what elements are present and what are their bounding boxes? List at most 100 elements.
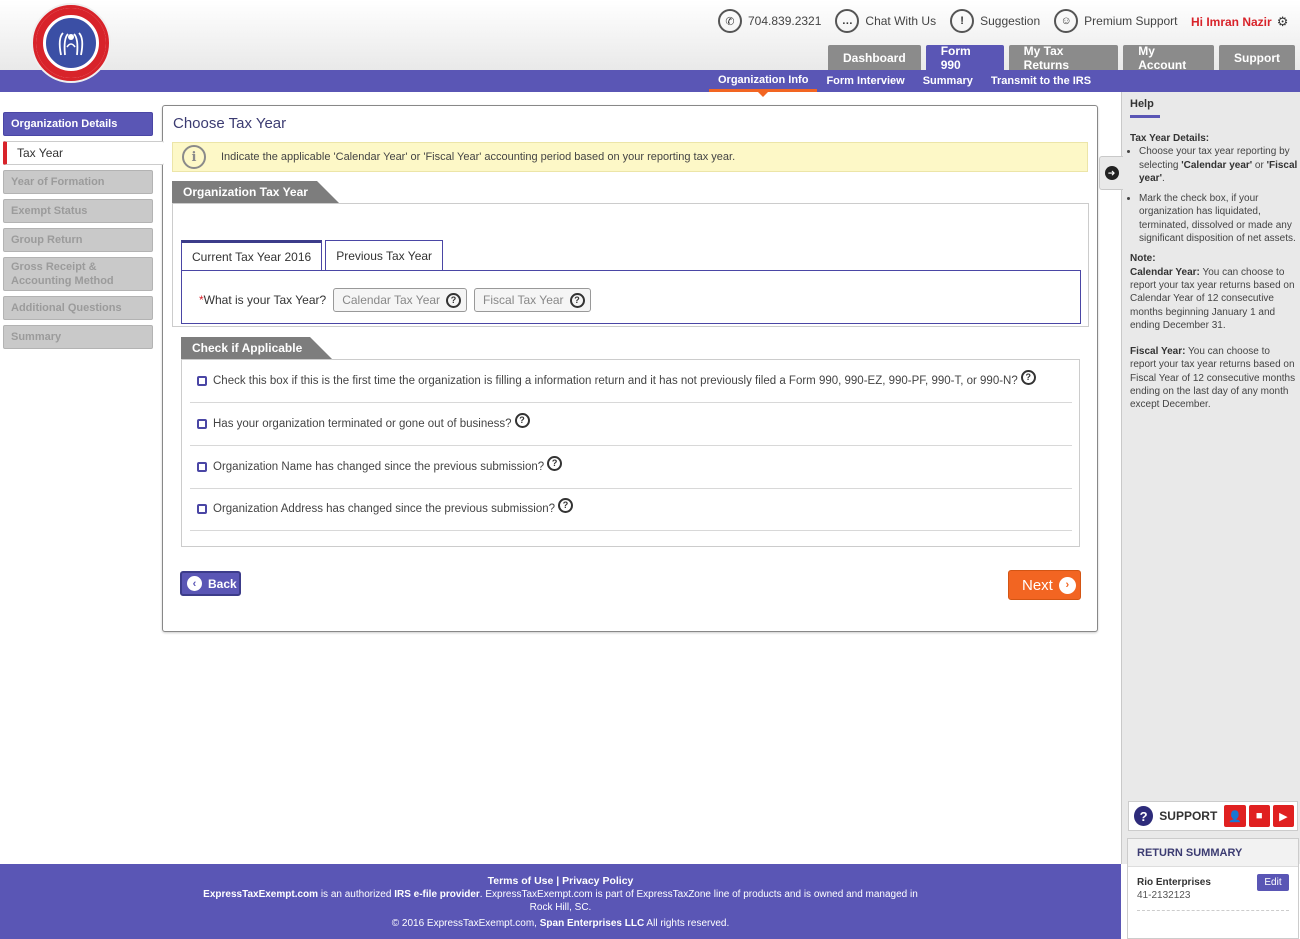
tab-my-account[interactable]: My Account [1123, 44, 1214, 72]
person-icon[interactable]: 👤 [1224, 805, 1246, 827]
fiscal-tax-year-label: Fiscal Tax Year [483, 293, 564, 307]
subnav-organization-info[interactable]: Organization Info [709, 70, 818, 97]
tax-year-question-label: What is your Tax Year? [203, 293, 327, 307]
suggestion-label: Suggestion [980, 14, 1041, 28]
premium-support-link[interactable]: ☺ Premium Support [1054, 9, 1178, 33]
help-bullet-1-end: . [1161, 172, 1165, 184]
sidebar-item-summary[interactable]: Summary [3, 325, 153, 349]
checkbox-name-changed[interactable] [197, 462, 207, 472]
footer-company: Span Enterprises LLC [539, 918, 645, 929]
chat-label: Chat With Us [865, 14, 937, 28]
sidebar-item-organization-details[interactable]: Organization Details [3, 112, 153, 136]
check-label-address-changed: Organization Address has changed since t… [213, 503, 556, 515]
section-header-check-if-applicable: Check if Applicable [181, 337, 332, 359]
sidebar-item-group-return[interactable]: Group Return [3, 228, 153, 252]
footer-text-a: is an authorized [318, 889, 395, 900]
sidebar-item-year-of-formation[interactable]: Year of Formation [3, 170, 153, 194]
footer-links: Terms of Use | Privacy Policy [0, 875, 1121, 888]
tab-form-990[interactable]: Form 990 [925, 44, 1004, 72]
tab-my-tax-returns[interactable]: My Tax Returns [1008, 44, 1119, 72]
footer-line-2: ExpressTaxExempt.com is an authorized IR… [0, 888, 1121, 901]
left-sidebar: Organization Details Tax Year Year of Fo… [3, 112, 164, 354]
page-title: Choose Tax Year [173, 115, 287, 132]
chat-icon: … [835, 9, 860, 33]
help-circle-icon[interactable]: ? [446, 292, 462, 308]
arrow-left-icon: ‹ [187, 576, 202, 591]
sidebar-item-exempt-status[interactable]: Exempt Status [3, 199, 153, 223]
phone-link[interactable]: ✆ 704.839.2321 [718, 9, 821, 33]
help-circle-icon[interactable]: ? [558, 497, 574, 513]
help-tax-year-details-label: Tax Year Details: [1130, 133, 1210, 144]
footer-copyright: © 2016 ExpressTaxExempt.com, Span Enterp… [0, 917, 1121, 930]
help-calendar-label: Calendar Year: [1130, 266, 1200, 278]
hands-icon [58, 32, 84, 56]
help-fiscal-note: Fiscal Year: You can choose to report yo… [1130, 345, 1298, 411]
fiscal-tax-year-button[interactable]: Fiscal Tax Year ? [474, 288, 591, 312]
edit-button[interactable]: Edit [1257, 874, 1289, 891]
help-title: Help [1130, 98, 1160, 118]
subnav-form-interview[interactable]: Form Interview [817, 70, 913, 92]
main-panel: Choose Tax Year i Indicate the applicabl… [162, 105, 1098, 632]
footer-text-b: . ExpressTaxExempt.com is part of Expres… [479, 889, 918, 900]
user-menu[interactable]: Hi Imran Nazir ⚙ [1191, 14, 1288, 30]
section-header-organization-tax-year: Organization Tax Year [172, 181, 339, 203]
footer-site: ExpressTaxExempt.com [203, 889, 319, 900]
help-circle-icon[interactable]: ? [514, 412, 530, 428]
footer: Terms of Use | Privacy Policy ExpressTax… [0, 864, 1121, 939]
arrow-right-icon: › [1058, 576, 1076, 594]
calendar-tax-year-button[interactable]: Calendar Tax Year ? [333, 288, 468, 312]
question-circle-icon: ? [1134, 806, 1154, 826]
help-panel: ➜ Help Tax Year Details: Choose your tax… [1099, 92, 1300, 864]
checkbox-address-changed[interactable] [197, 504, 207, 514]
gear-icon[interactable]: ⚙ [1277, 14, 1289, 30]
privacy-link[interactable]: Privacy Policy [562, 875, 633, 887]
check-row-first-time: Check this box if this is the first time… [190, 360, 1072, 403]
info-banner: i Indicate the applicable 'Calendar Year… [172, 142, 1088, 172]
contact-bar: ✆ 704.839.2321 … Chat With Us ! Suggesti… [718, 9, 1192, 33]
sidebar-item-additional-questions[interactable]: Additional Questions [3, 296, 153, 320]
video-icon[interactable]: ▶ [1272, 805, 1295, 827]
phone-number: 704.839.2321 [748, 14, 822, 28]
help-circle-icon[interactable]: ? [569, 292, 585, 308]
sidebar-item-tax-year[interactable]: Tax Year [3, 141, 164, 165]
subnav-summary[interactable]: Summary [914, 70, 982, 92]
checkbox-terminated[interactable] [197, 419, 207, 429]
org-ein: 41-2132123 [1137, 890, 1191, 901]
terms-link[interactable]: Terms of Use [488, 875, 554, 887]
chat-link[interactable]: … Chat With Us [835, 9, 936, 33]
help-note-label: Note: [1130, 253, 1156, 265]
tab-support[interactable]: Support [1219, 45, 1295, 70]
tab-previous-tax-year[interactable]: Previous Tax Year [325, 240, 444, 271]
help-bullet-2: Mark the check box, if your organization… [1139, 192, 1298, 245]
chat-bubble-icon[interactable]: ■ [1248, 805, 1270, 827]
user-greeting: Hi Imran Nazir [1191, 15, 1272, 29]
back-button[interactable]: ‹ Back [180, 571, 241, 596]
help-body: Tax Year Details: Choose your tax year r… [1130, 132, 1298, 425]
subnav-transmit[interactable]: Transmit to the IRS [982, 70, 1100, 92]
support-widget: ? SUPPORT 👤 ■ ▶ [1128, 801, 1298, 831]
footer-irs: IRS e-file provider [394, 889, 480, 900]
arrow-right-circle-icon: ➜ [1104, 166, 1119, 180]
check-row-address-changed: Organization Address has changed since t… [190, 488, 1072, 531]
tab-dashboard[interactable]: Dashboard [828, 45, 921, 70]
premium-support-icon: ☺ [1054, 9, 1079, 33]
tab-current-tax-year[interactable]: Current Tax Year 2016 [181, 240, 323, 271]
sub-navbar: Organization Info Form Interview Summary… [0, 70, 1300, 97]
tax-year-question: * What is your Tax Year? Calendar Tax Ye… [199, 288, 591, 312]
help-circle-icon[interactable]: ? [1020, 369, 1036, 385]
premium-support-label: Premium Support [1084, 14, 1178, 28]
sub-nav: Organization Info Form Interview Summary… [709, 70, 1100, 97]
help-circle-icon[interactable]: ? [547, 455, 563, 471]
copyright-end: All rights reserved. [644, 918, 730, 929]
help-toggle[interactable]: ➜ [1099, 156, 1123, 190]
help-list: Choose your tax year reporting by select… [1139, 145, 1298, 245]
checkbox-first-time[interactable] [197, 376, 207, 386]
suggestion-link[interactable]: ! Suggestion [950, 9, 1040, 33]
footer-separator: | [556, 875, 560, 887]
help-bullet-1-calendar: 'Calendar year' [1181, 159, 1253, 171]
return-summary-title: RETURN SUMMARY [1128, 839, 1298, 867]
tax-year-tab-panel: * What is your Tax Year? Calendar Tax Ye… [181, 270, 1081, 324]
sidebar-item-gross-receipt[interactable]: Gross Receipt & Accounting Method [3, 257, 153, 291]
express-tax-exempt-logo[interactable] [33, 5, 109, 81]
next-button[interactable]: Next › [1008, 570, 1081, 600]
